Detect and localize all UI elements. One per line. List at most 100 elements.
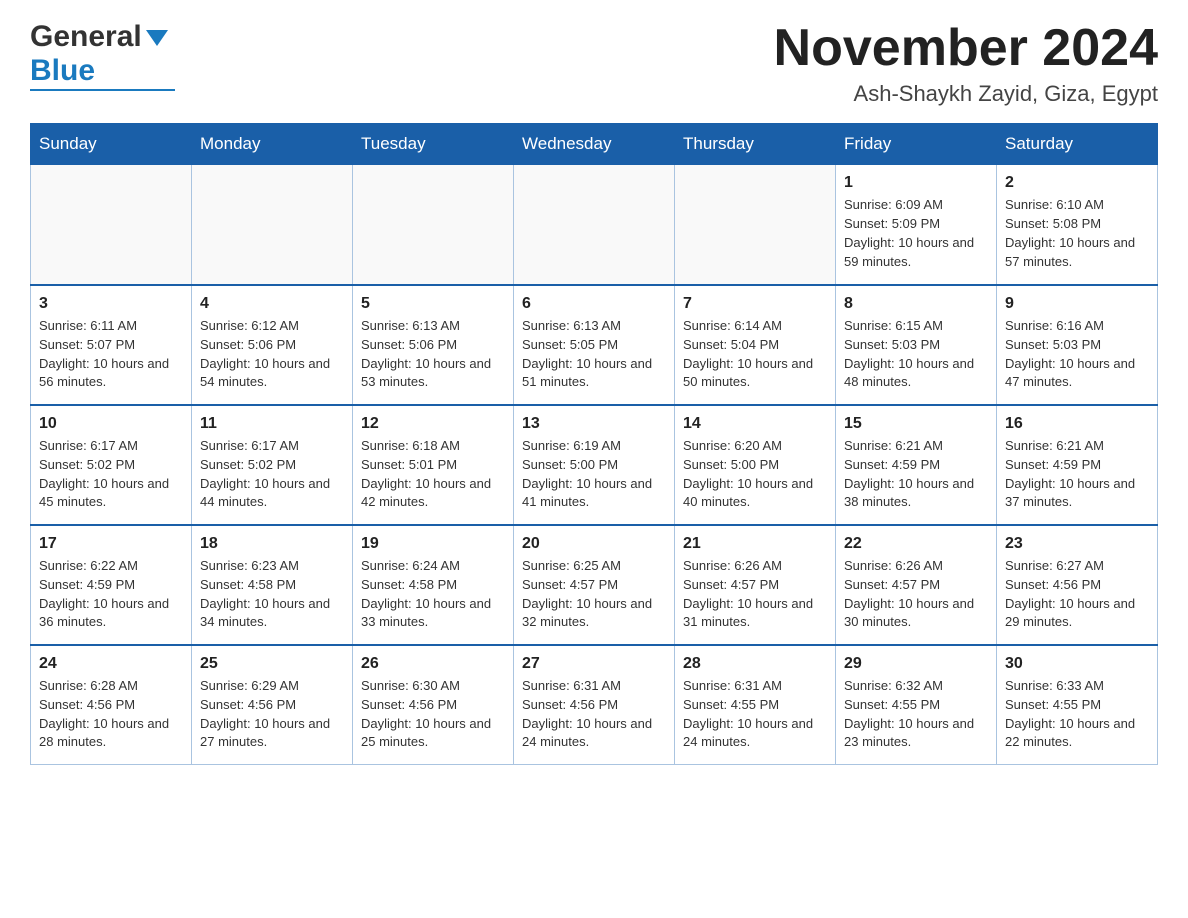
weekday-header-tuesday: Tuesday: [353, 124, 514, 165]
logo: General Blue: [30, 20, 175, 91]
calendar-cell: 22Sunrise: 6:26 AMSunset: 4:57 PMDayligh…: [836, 525, 997, 645]
calendar-cell: 6Sunrise: 6:13 AMSunset: 5:05 PMDaylight…: [514, 285, 675, 405]
calendar-cell: 1Sunrise: 6:09 AMSunset: 5:09 PMDaylight…: [836, 165, 997, 285]
location-title: Ash-Shaykh Zayid, Giza, Egypt: [774, 81, 1158, 107]
calendar-table: SundayMondayTuesdayWednesdayThursdayFrid…: [30, 123, 1158, 765]
day-number: 10: [39, 412, 183, 435]
day-info: Sunrise: 6:31 AMSunset: 4:56 PMDaylight:…: [522, 677, 666, 752]
calendar-cell: 13Sunrise: 6:19 AMSunset: 5:00 PMDayligh…: [514, 405, 675, 525]
calendar-cell: 28Sunrise: 6:31 AMSunset: 4:55 PMDayligh…: [675, 645, 836, 765]
calendar-cell: 30Sunrise: 6:33 AMSunset: 4:55 PMDayligh…: [997, 645, 1158, 765]
day-number: 27: [522, 652, 666, 675]
calendar-cell: 8Sunrise: 6:15 AMSunset: 5:03 PMDaylight…: [836, 285, 997, 405]
day-number: 29: [844, 652, 988, 675]
calendar-cell: 27Sunrise: 6:31 AMSunset: 4:56 PMDayligh…: [514, 645, 675, 765]
day-info: Sunrise: 6:33 AMSunset: 4:55 PMDaylight:…: [1005, 677, 1149, 752]
day-number: 13: [522, 412, 666, 435]
weekday-header-sunday: Sunday: [31, 124, 192, 165]
day-number: 28: [683, 652, 827, 675]
calendar-cell: 20Sunrise: 6:25 AMSunset: 4:57 PMDayligh…: [514, 525, 675, 645]
weekday-header-friday: Friday: [836, 124, 997, 165]
day-info: Sunrise: 6:10 AMSunset: 5:08 PMDaylight:…: [1005, 196, 1149, 271]
calendar-cell: 23Sunrise: 6:27 AMSunset: 4:56 PMDayligh…: [997, 525, 1158, 645]
calendar-cell: [675, 165, 836, 285]
logo-triangle-icon: [146, 30, 168, 51]
calendar-week-row: 24Sunrise: 6:28 AMSunset: 4:56 PMDayligh…: [31, 645, 1158, 765]
day-info: Sunrise: 6:26 AMSunset: 4:57 PMDaylight:…: [844, 557, 988, 632]
day-number: 15: [844, 412, 988, 435]
day-number: 6: [522, 292, 666, 315]
calendar-cell: 7Sunrise: 6:14 AMSunset: 5:04 PMDaylight…: [675, 285, 836, 405]
weekday-header-row: SundayMondayTuesdayWednesdayThursdayFrid…: [31, 124, 1158, 165]
calendar-cell: 12Sunrise: 6:18 AMSunset: 5:01 PMDayligh…: [353, 405, 514, 525]
day-info: Sunrise: 6:18 AMSunset: 5:01 PMDaylight:…: [361, 437, 505, 512]
calendar-cell: 9Sunrise: 6:16 AMSunset: 5:03 PMDaylight…: [997, 285, 1158, 405]
month-title: November 2024: [774, 20, 1158, 77]
day-info: Sunrise: 6:19 AMSunset: 5:00 PMDaylight:…: [522, 437, 666, 512]
calendar-cell: 5Sunrise: 6:13 AMSunset: 5:06 PMDaylight…: [353, 285, 514, 405]
day-number: 4: [200, 292, 344, 315]
day-number: 26: [361, 652, 505, 675]
calendar-cell: 17Sunrise: 6:22 AMSunset: 4:59 PMDayligh…: [31, 525, 192, 645]
calendar-cell: [31, 165, 192, 285]
day-info: Sunrise: 6:15 AMSunset: 5:03 PMDaylight:…: [844, 317, 988, 392]
calendar-cell: 25Sunrise: 6:29 AMSunset: 4:56 PMDayligh…: [192, 645, 353, 765]
day-info: Sunrise: 6:21 AMSunset: 4:59 PMDaylight:…: [1005, 437, 1149, 512]
day-number: 9: [1005, 292, 1149, 315]
weekday-header-wednesday: Wednesday: [514, 124, 675, 165]
day-number: 8: [844, 292, 988, 315]
day-number: 3: [39, 292, 183, 315]
day-number: 17: [39, 532, 183, 555]
day-number: 2: [1005, 171, 1149, 194]
day-info: Sunrise: 6:17 AMSunset: 5:02 PMDaylight:…: [200, 437, 344, 512]
day-info: Sunrise: 6:17 AMSunset: 5:02 PMDaylight:…: [39, 437, 183, 512]
calendar-cell: [353, 165, 514, 285]
day-info: Sunrise: 6:09 AMSunset: 5:09 PMDaylight:…: [844, 196, 988, 271]
calendar-cell: 11Sunrise: 6:17 AMSunset: 5:02 PMDayligh…: [192, 405, 353, 525]
logo-blue-text: Blue: [30, 54, 95, 88]
day-info: Sunrise: 6:26 AMSunset: 4:57 PMDaylight:…: [683, 557, 827, 632]
day-info: Sunrise: 6:30 AMSunset: 4:56 PMDaylight:…: [361, 677, 505, 752]
calendar-cell: [192, 165, 353, 285]
day-number: 21: [683, 532, 827, 555]
day-number: 19: [361, 532, 505, 555]
calendar-cell: 21Sunrise: 6:26 AMSunset: 4:57 PMDayligh…: [675, 525, 836, 645]
day-number: 14: [683, 412, 827, 435]
calendar-week-row: 1Sunrise: 6:09 AMSunset: 5:09 PMDaylight…: [31, 165, 1158, 285]
calendar-cell: 26Sunrise: 6:30 AMSunset: 4:56 PMDayligh…: [353, 645, 514, 765]
calendar-cell: 19Sunrise: 6:24 AMSunset: 4:58 PMDayligh…: [353, 525, 514, 645]
day-number: 1: [844, 171, 988, 194]
calendar-cell: 18Sunrise: 6:23 AMSunset: 4:58 PMDayligh…: [192, 525, 353, 645]
weekday-header-thursday: Thursday: [675, 124, 836, 165]
day-info: Sunrise: 6:23 AMSunset: 4:58 PMDaylight:…: [200, 557, 344, 632]
calendar-week-row: 10Sunrise: 6:17 AMSunset: 5:02 PMDayligh…: [31, 405, 1158, 525]
calendar-cell: 24Sunrise: 6:28 AMSunset: 4:56 PMDayligh…: [31, 645, 192, 765]
day-number: 24: [39, 652, 183, 675]
day-info: Sunrise: 6:22 AMSunset: 4:59 PMDaylight:…: [39, 557, 183, 632]
day-info: Sunrise: 6:31 AMSunset: 4:55 PMDaylight:…: [683, 677, 827, 752]
title-block: November 2024 Ash-Shaykh Zayid, Giza, Eg…: [774, 20, 1158, 107]
calendar-cell: 10Sunrise: 6:17 AMSunset: 5:02 PMDayligh…: [31, 405, 192, 525]
day-number: 7: [683, 292, 827, 315]
page-header: General Blue November 2024 Ash-Shaykh Za…: [30, 20, 1158, 107]
calendar-cell: [514, 165, 675, 285]
day-number: 30: [1005, 652, 1149, 675]
day-number: 5: [361, 292, 505, 315]
calendar-cell: 15Sunrise: 6:21 AMSunset: 4:59 PMDayligh…: [836, 405, 997, 525]
day-info: Sunrise: 6:16 AMSunset: 5:03 PMDaylight:…: [1005, 317, 1149, 392]
day-info: Sunrise: 6:32 AMSunset: 4:55 PMDaylight:…: [844, 677, 988, 752]
day-info: Sunrise: 6:20 AMSunset: 5:00 PMDaylight:…: [683, 437, 827, 512]
day-info: Sunrise: 6:25 AMSunset: 4:57 PMDaylight:…: [522, 557, 666, 632]
calendar-cell: 29Sunrise: 6:32 AMSunset: 4:55 PMDayligh…: [836, 645, 997, 765]
calendar-week-row: 17Sunrise: 6:22 AMSunset: 4:59 PMDayligh…: [31, 525, 1158, 645]
day-number: 22: [844, 532, 988, 555]
day-number: 12: [361, 412, 505, 435]
logo-underline: [30, 89, 175, 91]
day-info: Sunrise: 6:28 AMSunset: 4:56 PMDaylight:…: [39, 677, 183, 752]
day-number: 20: [522, 532, 666, 555]
day-number: 23: [1005, 532, 1149, 555]
calendar-cell: 14Sunrise: 6:20 AMSunset: 5:00 PMDayligh…: [675, 405, 836, 525]
weekday-header-saturday: Saturday: [997, 124, 1158, 165]
weekday-header-monday: Monday: [192, 124, 353, 165]
day-number: 18: [200, 532, 344, 555]
